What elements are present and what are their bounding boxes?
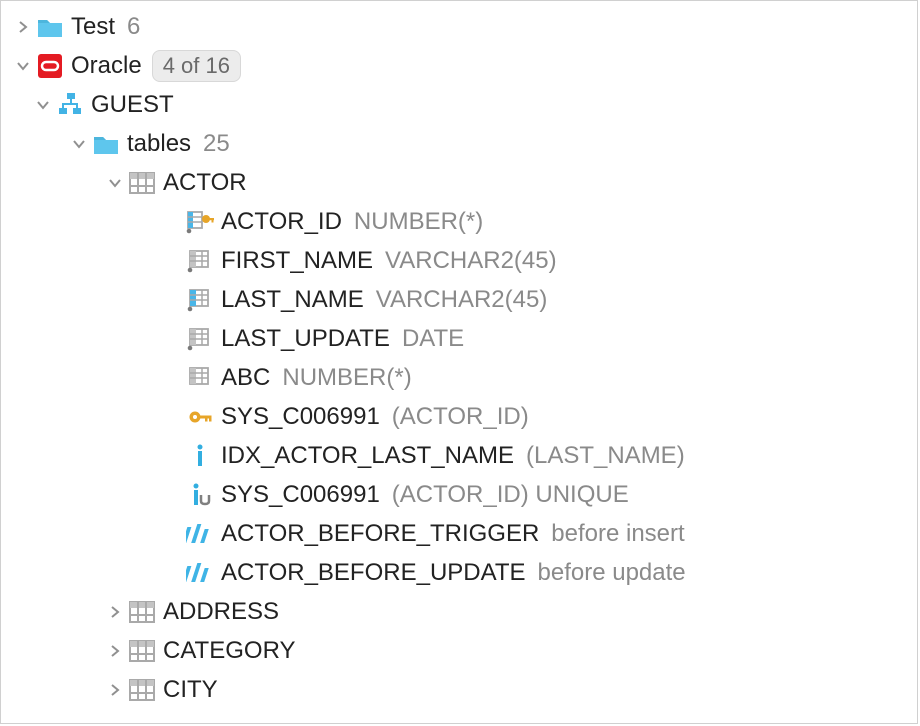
column-name: ACTOR_ID bbox=[221, 208, 342, 236]
table-icon bbox=[127, 172, 157, 194]
tree-label: Oracle bbox=[71, 52, 142, 80]
tree-item-column-last-name[interactable]: LAST_NAME VARCHAR2(45) bbox=[1, 280, 917, 319]
tree-item-column-actor-id[interactable]: ACTOR_ID NUMBER(*) bbox=[1, 202, 917, 241]
tree-label: ACTOR bbox=[163, 169, 247, 197]
tree-label: ADDRESS bbox=[163, 598, 279, 626]
column-type: NUMBER(*) bbox=[282, 364, 411, 392]
tree-item-column-abc[interactable]: ABC NUMBER(*) bbox=[1, 358, 917, 397]
column-type: NUMBER(*) bbox=[354, 208, 483, 236]
trigger-icon bbox=[185, 561, 215, 585]
tree-label: CITY bbox=[163, 676, 218, 704]
tree-item-tables[interactable]: tables 25 bbox=[1, 124, 917, 163]
index-icon bbox=[185, 442, 215, 470]
tree-item-address[interactable]: ADDRESS bbox=[1, 592, 917, 631]
tree-item-column-last-update[interactable]: LAST_UPDATE DATE bbox=[1, 319, 917, 358]
tree-count: 6 bbox=[127, 13, 140, 41]
chevron-right-icon[interactable] bbox=[103, 683, 127, 697]
index-name: SYS_C006991 bbox=[221, 481, 380, 509]
tree-item-key-sysc[interactable]: SYS_C006991 (ACTOR_ID) bbox=[1, 397, 917, 436]
tree-label: GUEST bbox=[91, 91, 174, 119]
oracle-icon bbox=[35, 53, 65, 79]
tree-item-column-first-name[interactable]: FIRST_NAME VARCHAR2(45) bbox=[1, 241, 917, 280]
tree-count: 25 bbox=[203, 130, 230, 158]
chevron-down-icon[interactable] bbox=[11, 59, 35, 73]
index-name: IDX_ACTOR_LAST_NAME bbox=[221, 442, 514, 470]
schema-icon bbox=[55, 92, 85, 118]
chevron-down-icon[interactable] bbox=[31, 98, 55, 112]
tree-item-index-lastname[interactable]: IDX_ACTOR_LAST_NAME (LAST_NAME) bbox=[1, 436, 917, 475]
column-name: ABC bbox=[221, 364, 270, 392]
column-name: FIRST_NAME bbox=[221, 247, 373, 275]
index-columns: (ACTOR_ID) UNIQUE bbox=[392, 481, 629, 509]
chevron-down-icon[interactable] bbox=[103, 176, 127, 190]
tree-label: CATEGORY bbox=[163, 637, 295, 665]
index-unique-icon bbox=[185, 481, 215, 509]
table-icon bbox=[127, 679, 157, 701]
tree-label: tables bbox=[127, 130, 191, 158]
chevron-right-icon[interactable] bbox=[103, 644, 127, 658]
tree-label: Test bbox=[71, 13, 115, 41]
column-type: DATE bbox=[402, 325, 464, 353]
column-notnull-icon bbox=[185, 249, 215, 273]
tree-item-guest[interactable]: GUEST bbox=[1, 85, 917, 124]
table-icon bbox=[127, 601, 157, 623]
index-columns: (LAST_NAME) bbox=[526, 442, 685, 470]
column-name: LAST_NAME bbox=[221, 286, 364, 314]
tree-item-oracle[interactable]: Oracle 4 of 16 bbox=[1, 46, 917, 85]
trigger-name: ACTOR_BEFORE_UPDATE bbox=[221, 559, 526, 587]
folder-icon bbox=[35, 16, 65, 38]
key-columns: (ACTOR_ID) bbox=[392, 403, 529, 431]
tree-item-test[interactable]: Test 6 bbox=[1, 7, 917, 46]
column-type: VARCHAR2(45) bbox=[376, 286, 548, 314]
key-icon bbox=[185, 405, 215, 429]
column-name: LAST_UPDATE bbox=[221, 325, 390, 353]
tree-item-trigger-before-update[interactable]: ACTOR_BEFORE_UPDATE before update bbox=[1, 553, 917, 592]
tree-item-index-sysc-unique[interactable]: SYS_C006991 (ACTOR_ID) UNIQUE bbox=[1, 475, 917, 514]
tree-item-city[interactable]: CITY bbox=[1, 670, 917, 709]
key-name: SYS_C006991 bbox=[221, 403, 380, 431]
tree-item-category[interactable]: CATEGORY bbox=[1, 631, 917, 670]
tree-item-actor[interactable]: ACTOR bbox=[1, 163, 917, 202]
tree-item-trigger-before-insert[interactable]: ACTOR_BEFORE_TRIGGER before insert bbox=[1, 514, 917, 553]
chevron-right-icon[interactable] bbox=[103, 605, 127, 619]
trigger-name: ACTOR_BEFORE_TRIGGER bbox=[221, 520, 539, 548]
trigger-event: before insert bbox=[551, 520, 684, 548]
folder-icon bbox=[91, 133, 121, 155]
column-icon bbox=[185, 366, 215, 390]
database-tree: Test 6 Oracle 4 of 16 GUEST bbox=[0, 0, 918, 724]
chevron-down-icon[interactable] bbox=[67, 137, 91, 151]
column-notnull-icon bbox=[185, 327, 215, 351]
trigger-event: before update bbox=[538, 559, 686, 587]
table-icon bbox=[127, 640, 157, 662]
count-badge: 4 of 16 bbox=[152, 50, 241, 82]
trigger-icon bbox=[185, 522, 215, 546]
column-type: VARCHAR2(45) bbox=[385, 247, 557, 275]
chevron-right-icon[interactable] bbox=[11, 20, 35, 34]
column-pk-icon bbox=[185, 210, 215, 234]
column-indexed-icon bbox=[185, 288, 215, 312]
